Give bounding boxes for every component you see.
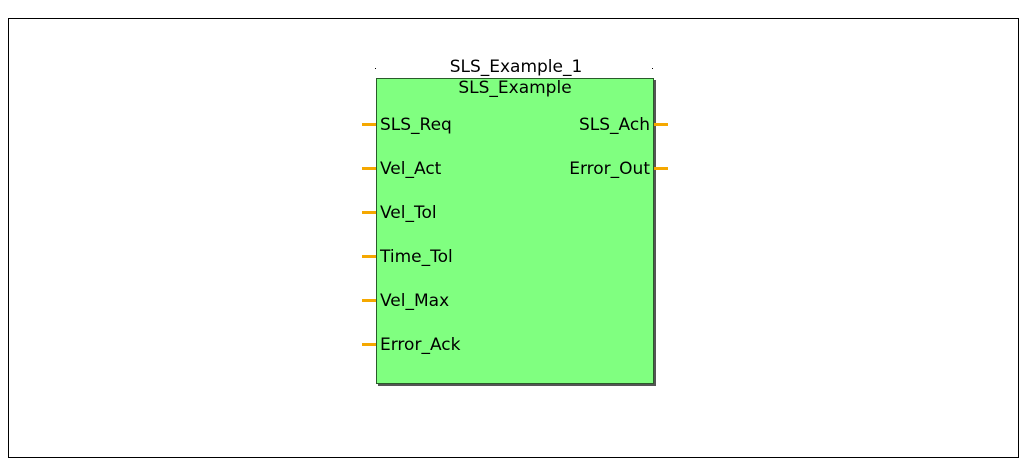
input-label-sls-req: SLS_Req [380, 115, 452, 135]
output-pin-error-out[interactable] [654, 167, 668, 170]
block-instance-name[interactable]: SLS_Example_1 [376, 57, 656, 77]
output-label-error-out: Error_Out [569, 159, 650, 179]
input-label-time-tol: Time_Tol [380, 247, 453, 267]
input-pin-vel-max[interactable] [362, 299, 376, 302]
input-label-error-ack: Error_Ack [380, 335, 461, 355]
input-pin-error-ack[interactable] [362, 343, 376, 346]
input-pin-sls-req[interactable] [362, 123, 376, 126]
input-label-vel-max: Vel_Max [380, 291, 450, 311]
function-block[interactable]: SLS_Example SLS_Req Vel_Act Vel_Tol Time… [376, 78, 654, 384]
input-pin-vel-act[interactable] [362, 167, 376, 170]
output-label-sls-ach: SLS_Ach [578, 115, 650, 135]
input-pin-vel-tol[interactable] [362, 211, 376, 214]
input-pin-time-tol[interactable] [362, 255, 376, 258]
input-label-vel-tol: Vel_Tol [380, 203, 437, 223]
output-pin-sls-ach[interactable] [654, 123, 668, 126]
input-label-vel-act: Vel_Act [380, 159, 442, 179]
block-type-name: SLS_Example [458, 78, 572, 98]
